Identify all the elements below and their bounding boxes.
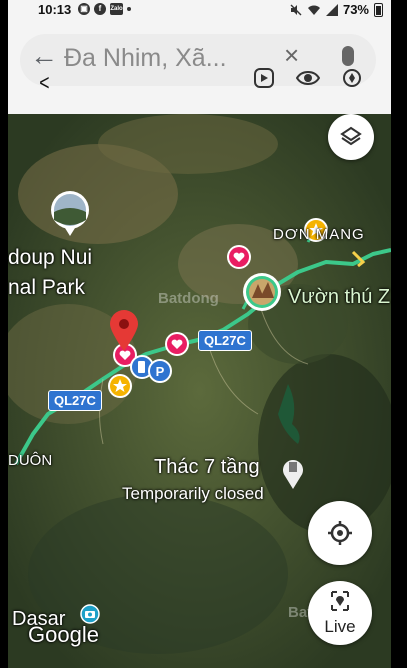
satellite-map[interactable]: P doup Nui nal Park DƠN MANG Vườn thú Z … xyxy=(8,114,391,668)
park-label[interactable]: nal Park xyxy=(8,276,85,300)
more-notifications-icon xyxy=(127,7,131,11)
phone-screen: 10:13 ▣ f Zalo 73% ← Đa Nhim, Xã... × < xyxy=(8,0,391,668)
star-place-icon[interactable] xyxy=(108,374,132,398)
location-pin-icon[interactable] xyxy=(108,310,140,352)
svg-text:P: P xyxy=(156,364,165,379)
zoo-marker-icon[interactable] xyxy=(240,272,284,312)
wifi-icon xyxy=(307,5,320,15)
rotate-icon[interactable] xyxy=(340,66,364,90)
arrow-left-icon[interactable]: ← xyxy=(30,42,60,72)
notification-icons: ▣ f Zalo xyxy=(78,3,131,15)
crosshair-icon xyxy=(328,521,352,545)
my-location-button[interactable] xyxy=(308,501,372,565)
facebook-icon: f xyxy=(94,3,106,15)
layers-icon xyxy=(340,126,362,146)
status-bar: 10:13 ▣ f Zalo 73% xyxy=(8,0,391,22)
live-view-button[interactable]: Live xyxy=(308,581,372,645)
area-label[interactable]: DƠN MANG xyxy=(273,226,365,243)
mute-icon xyxy=(290,4,302,15)
road-shield: QL27C xyxy=(48,390,102,411)
search-header: ← Đa Nhim, Xã... × < xyxy=(8,22,391,114)
camera-icon[interactable] xyxy=(80,604,100,624)
photo-marker-icon[interactable] xyxy=(48,190,92,240)
watermark: Batdong xyxy=(158,290,219,307)
waterfall-marker-icon[interactable] xyxy=(281,456,305,490)
system-icons: 73% xyxy=(290,2,383,17)
battery-icon xyxy=(374,2,383,17)
search-input[interactable]: Đa Nhim, Xã... xyxy=(64,44,227,73)
park-label[interactable]: doup Nui xyxy=(8,246,92,270)
signal-icon xyxy=(325,3,338,16)
status-time: 10:13 xyxy=(38,2,72,17)
mic-icon[interactable] xyxy=(342,46,354,66)
saved-place-icon[interactable] xyxy=(226,244,252,270)
chevron-left-icon[interactable]: < xyxy=(39,70,49,96)
saved-place-icon[interactable] xyxy=(164,331,190,357)
zoo-label[interactable]: Vườn thú Z xyxy=(288,286,390,309)
area-label[interactable]: DUÔN xyxy=(8,452,52,469)
live-view-icon xyxy=(331,591,349,611)
layers-button[interactable] xyxy=(328,114,374,160)
waterfall-status: Temporarily closed xyxy=(122,484,264,503)
image-icon: ▣ xyxy=(78,3,90,15)
live-label: Live xyxy=(324,617,356,636)
battery-percent: 73% xyxy=(342,2,369,17)
zalo-icon: Zalo xyxy=(110,3,123,15)
parking-icon[interactable]: P xyxy=(148,359,172,383)
waterfall-label[interactable]: Thác 7 tầng xyxy=(154,456,260,479)
eye-icon[interactable] xyxy=(296,66,320,90)
google-logo: Google xyxy=(28,622,99,647)
photo-sphere-icon[interactable] xyxy=(252,66,276,90)
road-shield: QL27C xyxy=(198,330,252,351)
